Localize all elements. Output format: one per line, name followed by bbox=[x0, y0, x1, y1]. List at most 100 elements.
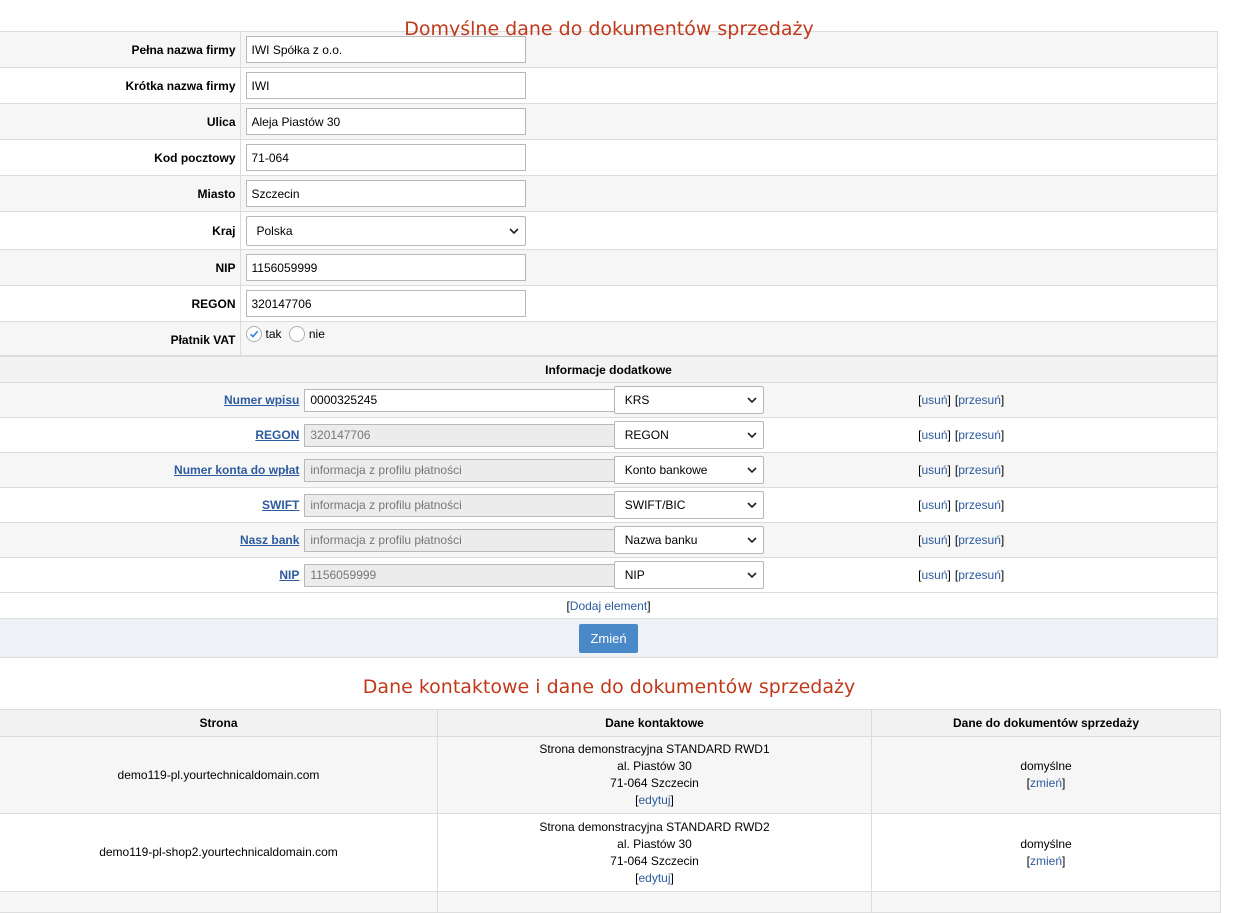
additional-info-heading: Informacje dodatkowe bbox=[0, 356, 1218, 383]
table-row: demo119-pl-shop2.yourtechnicaldomain.com… bbox=[0, 813, 1221, 892]
edit-link[interactable]: edytuj bbox=[638, 871, 670, 885]
vat-no-label: nie bbox=[308, 327, 325, 341]
info-type-select[interactable]: Konto bankowe bbox=[613, 456, 764, 484]
contact-street: al. Piastów 30 bbox=[617, 759, 692, 773]
contact-cell: Strona demonstracyjna STANDARD RWD1 al. … bbox=[437, 736, 872, 814]
edit-link[interactable]: edytuj bbox=[638, 793, 670, 807]
postal-input[interactable] bbox=[245, 144, 526, 171]
info-type-select[interactable]: NIP bbox=[613, 561, 764, 589]
chevron-down-icon bbox=[747, 572, 757, 579]
regon-input[interactable] bbox=[245, 290, 526, 317]
section-title-contacts: Dane kontaktowe i dane do dokumentów spr… bbox=[362, 676, 856, 698]
info-type-value: Nazwa banku bbox=[624, 533, 698, 547]
contact-name: Strona demonstracyjna STANDARD RWD2 bbox=[539, 819, 770, 834]
table-row bbox=[0, 891, 1221, 913]
vat-yes-label: tak bbox=[265, 327, 282, 341]
table-row: REGONREGON[usuń][przesuń] bbox=[0, 417, 1219, 453]
info-field-link[interactable]: REGON bbox=[255, 428, 299, 442]
country-label: Kraj bbox=[0, 211, 241, 250]
form-row-street: Ulica bbox=[0, 103, 1218, 140]
section-title-default-data: Domyślne dane do dokumentów sprzedaży bbox=[404, 18, 814, 40]
table-row: Numer wpisuKRS[usuń][przesuń] bbox=[0, 382, 1219, 418]
move-link[interactable]: przesuń bbox=[958, 428, 1001, 442]
remove-link[interactable]: usuń bbox=[921, 568, 947, 582]
vat-no-radio[interactable] bbox=[288, 326, 305, 342]
contacts-table: Strona Dane kontaktowe Dane do dokumentó… bbox=[0, 709, 1221, 913]
form-row-short-name: Krótka nazwa firmy bbox=[0, 67, 1218, 104]
info-field-link[interactable]: Numer wpisu bbox=[224, 393, 299, 407]
info-field-link[interactable]: Nasz bank bbox=[240, 533, 299, 547]
change-link[interactable]: zmień bbox=[1030, 854, 1062, 868]
country-select[interactable]: Polska bbox=[245, 215, 526, 246]
chevron-down-icon bbox=[747, 397, 757, 404]
table-row: Numer konta do wpłatKonto bankowe[usuń][… bbox=[0, 452, 1219, 488]
checkmark-icon bbox=[249, 330, 258, 338]
postal-label: Kod pocztowy bbox=[0, 139, 241, 176]
nip-input[interactable] bbox=[245, 254, 526, 281]
info-type-select[interactable]: REGON bbox=[613, 421, 764, 449]
remove-link[interactable]: usuń bbox=[921, 463, 947, 477]
page: Domyślne dane do dokumentów sprzedaży Pe… bbox=[0, 0, 1221, 913]
form-row-regon: REGON bbox=[0, 285, 1218, 322]
contact-name: Strona demonstracyjna STANDARD RWD1 bbox=[539, 742, 770, 756]
docs-value: domyślne bbox=[1020, 759, 1072, 773]
short-name-input[interactable] bbox=[245, 72, 526, 99]
info-type-select[interactable]: KRS bbox=[613, 386, 764, 414]
add-element-link[interactable]: Dodaj element bbox=[570, 599, 647, 613]
company-form: Pełna nazwa firmy Krótka nazwa firmy Uli… bbox=[0, 31, 1218, 356]
site-domain: demo119-pl-shop2.yourtechnicaldomain.com bbox=[0, 813, 438, 892]
site-domain: demo119-pl.yourtechnicaldomain.com bbox=[0, 736, 438, 814]
vat-label: Płatnik VAT bbox=[0, 321, 241, 356]
docs-cell: domyślne [zmień] bbox=[871, 813, 1221, 892]
move-link[interactable]: przesuń bbox=[958, 568, 1001, 582]
vat-yes-radio[interactable] bbox=[245, 326, 262, 342]
form-row-nip: NIP bbox=[0, 249, 1218, 286]
move-link[interactable]: przesuń bbox=[958, 533, 1001, 547]
info-type-select[interactable]: Nazwa banku bbox=[613, 526, 764, 554]
full-name-input[interactable] bbox=[245, 36, 526, 63]
city-label: Miasto bbox=[0, 175, 241, 212]
street-input[interactable] bbox=[245, 108, 526, 135]
move-link[interactable]: przesuń bbox=[958, 498, 1001, 512]
contact-city: 71-064 Szczecin bbox=[610, 853, 699, 868]
header-contact: Dane kontaktowe bbox=[437, 709, 872, 737]
header-site: Strona bbox=[0, 709, 438, 737]
form-row-postal: Kod pocztowy bbox=[0, 139, 1218, 176]
remove-link[interactable]: usuń bbox=[921, 498, 947, 512]
short-name-label: Krótka nazwa firmy bbox=[0, 67, 241, 104]
chevron-down-icon bbox=[747, 502, 757, 509]
move-link[interactable]: przesuń bbox=[958, 463, 1001, 477]
form-row-vat: Płatnik VAT tak nie bbox=[0, 321, 1218, 356]
city-input[interactable] bbox=[245, 180, 526, 207]
country-select-value: Polska bbox=[256, 223, 293, 238]
additional-info-table: Informacje dodatkowe Numer wpisuKRS[usuń… bbox=[0, 356, 1219, 658]
chevron-down-icon bbox=[747, 467, 757, 474]
additional-info-header: Informacje dodatkowe bbox=[0, 356, 1218, 383]
info-type-select[interactable]: SWIFT/BIC bbox=[613, 491, 764, 519]
header-docs: Dane do dokumentów sprzedaży bbox=[871, 709, 1221, 737]
submit-row: Zmień bbox=[0, 618, 1218, 658]
additional-info-rows: Numer wpisuKRS[usuń][przesuń]REGONREGON[… bbox=[0, 382, 1219, 593]
remove-link[interactable]: usuń bbox=[921, 393, 947, 407]
chevron-down-icon bbox=[508, 227, 519, 234]
info-type-value: NIP bbox=[624, 568, 645, 582]
change-button[interactable]: Zmień bbox=[579, 623, 638, 653]
remove-link[interactable]: usuń bbox=[921, 428, 947, 442]
vat-no-option[interactable]: nie bbox=[288, 326, 325, 342]
contact-city: 71-064 Szczecin bbox=[610, 776, 699, 790]
info-type-value: Konto bankowe bbox=[624, 463, 708, 477]
vat-yes-option[interactable]: tak bbox=[245, 326, 282, 342]
move-link[interactable]: przesuń bbox=[958, 393, 1001, 407]
table-row: demo119-pl.yourtechnicaldomain.com Stron… bbox=[0, 736, 1221, 814]
form-row-city: Miasto bbox=[0, 175, 1218, 212]
docs-value: domyślne bbox=[1020, 836, 1072, 851]
docs-cell: domyślne [zmień] bbox=[871, 736, 1221, 814]
info-field-link[interactable]: NIP bbox=[279, 568, 299, 582]
remove-link[interactable]: usuń bbox=[921, 533, 947, 547]
change-link[interactable]: zmień bbox=[1030, 776, 1062, 790]
info-field-link[interactable]: Numer konta do wpłat bbox=[174, 463, 299, 477]
contact-cell: Strona demonstracyjna STANDARD RWD2 al. … bbox=[437, 813, 872, 892]
info-field-link[interactable]: SWIFT bbox=[262, 498, 299, 512]
chevron-down-icon bbox=[747, 432, 757, 439]
table-row: SWIFTSWIFT/BIC[usuń][przesuń] bbox=[0, 487, 1219, 523]
